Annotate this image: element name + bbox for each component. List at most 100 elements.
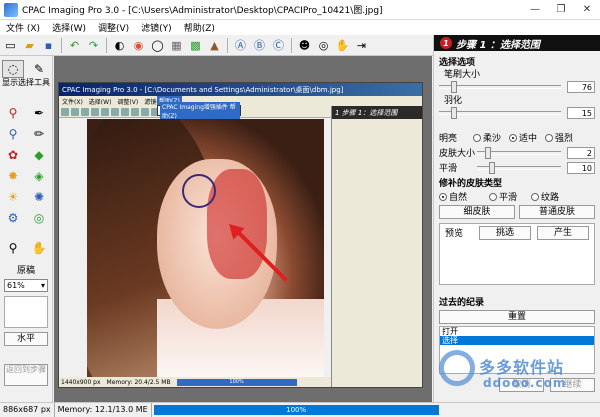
- ring-tool-icon[interactable]: ◎: [28, 209, 50, 227]
- pen-icon[interactable]: ✒: [28, 104, 50, 122]
- image-canvas[interactable]: CPAC Imaging Pro 3.0 - [C:\Documents and…: [54, 56, 432, 402]
- brightness-soft-radio[interactable]: 柔沙: [473, 131, 501, 144]
- brightness-medium-radio[interactable]: 适中: [509, 131, 537, 144]
- grid-icon[interactable]: ▩: [187, 37, 204, 54]
- normal-skin-button[interactable]: 普通皮肤: [519, 204, 595, 219]
- color-wheel-icon[interactable]: ◉: [130, 37, 147, 54]
- preview-box: 预览 挑选 产生: [439, 223, 595, 285]
- chevron-down-icon: ▾: [40, 281, 45, 290]
- history-title: 过去的纪录: [439, 298, 485, 308]
- menu-help[interactable]: 帮助(Z): [178, 21, 221, 34]
- eye-icon[interactable]: ◎: [315, 37, 332, 54]
- back-to-step-button[interactable]: 返回到步骤: [4, 364, 48, 386]
- watermark: 多多软件站 ddooo.com: [439, 342, 594, 400]
- smooth-input[interactable]: 10: [567, 161, 595, 174]
- zoom-icon[interactable]: ⚲: [2, 239, 24, 257]
- brightness-strong-radio[interactable]: 强烈: [545, 131, 573, 144]
- toolbar-separator: [227, 37, 228, 53]
- brush-select-icon[interactable]: ✎: [28, 60, 50, 78]
- diamond-icon[interactable]: ◈: [28, 167, 50, 185]
- brush-size-slider[interactable]: [439, 80, 561, 93]
- tool-grid-lower: ⚲ ✒ ⚲ ✏ ✿ ◆ ✸ ◈ ☀ ✺ ⚙ ◎: [0, 100, 52, 231]
- eyedropper-icon[interactable]: ⚲: [2, 104, 24, 122]
- menu-bar: 文件 (X) 选择(W) 调整(V) 滤镜(Y) 帮助(Z): [0, 20, 600, 35]
- radio-label: 柔沙: [483, 134, 502, 144]
- close-button[interactable]: ✕: [574, 0, 600, 20]
- generate-button[interactable]: 产生: [537, 225, 589, 240]
- menu-select[interactable]: 选择(W): [46, 21, 92, 34]
- hands-icon[interactable]: ✋: [334, 37, 351, 54]
- hand-icon[interactable]: ✋: [28, 239, 50, 257]
- embedded-screenshot: CPAC Imaging Pro 3.0 - [C:\Documents and…: [58, 82, 423, 388]
- toolbar-separator: [61, 37, 62, 53]
- new-icon[interactable]: ▭: [2, 37, 19, 54]
- undo-icon[interactable]: ↶: [66, 37, 83, 54]
- preview-label: 预览: [445, 229, 464, 239]
- feather-slider[interactable]: [439, 106, 561, 119]
- maximize-button[interactable]: ❐: [548, 0, 574, 20]
- skin-size-input[interactable]: 2: [567, 146, 595, 159]
- fine-skin-button[interactable]: 细皮肤: [439, 204, 515, 219]
- burst-icon[interactable]: ✺: [28, 188, 50, 206]
- save-icon[interactable]: ▪: [40, 37, 57, 54]
- brush-cursor: [182, 174, 216, 208]
- gradient-icon[interactable]: ▦: [168, 37, 185, 54]
- export-icon[interactable]: ⇥: [353, 37, 370, 54]
- history-item[interactable]: 打开: [440, 327, 594, 336]
- brush-size-label: 笔刷大小: [444, 70, 481, 80]
- skin-natural-radio[interactable]: 自然: [439, 190, 467, 203]
- feather-input[interactable]: 15: [567, 106, 595, 119]
- hat-icon[interactable]: ▲: [206, 37, 223, 54]
- gear-icon[interactable]: ⚙: [2, 209, 24, 227]
- smooth-label: 平滑: [439, 164, 458, 174]
- horizontal-button[interactable]: 水平: [4, 332, 48, 346]
- reset-button[interactable]: 重置: [439, 310, 595, 324]
- slider-thumb[interactable]: [451, 80, 457, 93]
- radio-dot: [489, 192, 498, 201]
- brightness-row: 明亮 柔沙 适中 强烈: [434, 130, 600, 145]
- zoom-select[interactable]: 61% ▾: [4, 279, 48, 292]
- c-icon[interactable]: Ⓒ: [270, 37, 287, 54]
- skin-size-slider[interactable]: [477, 146, 561, 159]
- pick-button[interactable]: 挑选: [479, 225, 531, 240]
- radio-dot: [473, 133, 481, 142]
- minimize-button[interactable]: —: [522, 0, 548, 20]
- star-icon[interactable]: ✸: [2, 167, 24, 185]
- slider-thumb[interactable]: [485, 146, 491, 159]
- smooth-slider[interactable]: [477, 161, 561, 174]
- radio-label: 强烈: [555, 134, 574, 144]
- lasso-select-icon[interactable]: ◌: [2, 60, 24, 78]
- sun-icon[interactable]: ☀: [2, 188, 24, 206]
- show-tools-toggle[interactable]: 显示选择工具: [2, 78, 50, 87]
- menu-adjust[interactable]: 调整(V): [92, 21, 135, 34]
- slider-thumb[interactable]: [489, 161, 495, 174]
- thumbnail-preview: [4, 296, 48, 328]
- contrast-icon[interactable]: ◐: [111, 37, 128, 54]
- radio-label: 适中: [519, 134, 538, 144]
- inner-side-panel: 1 步骤 1：选择范围: [331, 106, 422, 387]
- eraser-icon[interactable]: ◆: [28, 146, 50, 164]
- open-icon[interactable]: ▰: [21, 37, 38, 54]
- smooth-row: 平滑 10: [434, 160, 600, 175]
- skin-buttons-row: 细皮肤 普通皮肤: [434, 204, 600, 219]
- brush-size-input[interactable]: 76: [567, 80, 595, 93]
- tool-grid-nav: ⚲ ✋: [0, 235, 52, 261]
- person-icon[interactable]: ☻: [296, 37, 313, 54]
- menu-filter[interactable]: 滤镜(Y): [135, 21, 178, 34]
- a-icon[interactable]: Ⓐ: [232, 37, 249, 54]
- redo-icon[interactable]: ↷: [85, 37, 102, 54]
- flower-icon[interactable]: ✿: [2, 146, 24, 164]
- ring-icon[interactable]: ◯: [149, 37, 166, 54]
- skin-smooth-radio[interactable]: 平滑: [489, 190, 517, 203]
- pencil-icon[interactable]: ✏: [28, 125, 50, 143]
- watermark-url: ddooo.com: [483, 376, 567, 390]
- eyedropper-blue-icon[interactable]: ⚲: [2, 125, 24, 143]
- radio-label: 纹路: [541, 193, 560, 203]
- skin-texture-radio[interactable]: 纹路: [531, 190, 559, 203]
- slider-thumb[interactable]: [451, 106, 457, 119]
- menu-file[interactable]: 文件 (X): [0, 21, 46, 34]
- b-icon[interactable]: Ⓑ: [251, 37, 268, 54]
- show-tools-label: 显示选择工具: [2, 78, 50, 87]
- inner-title: CPAC Imaging Pro 3.0 - [C:\Documents and…: [59, 83, 422, 96]
- inner-menu-item: 选择(W): [88, 98, 112, 106]
